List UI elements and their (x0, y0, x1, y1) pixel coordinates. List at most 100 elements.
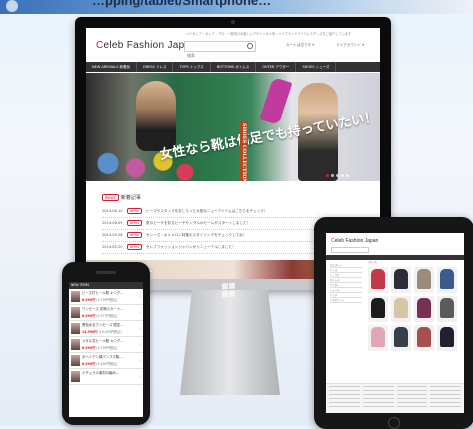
product-thumbnail (71, 355, 80, 366)
top-banner: …pping/tablet/Smartphone… (0, 0, 473, 14)
smartphone: NEW ITEMS ビーズ付ヒール靴 キング… 8,990円 (9,709円税込)… (62, 262, 150, 425)
news-text: セレーズ・キャメロン特集のスタイリングをチェックしてね！ (146, 233, 247, 237)
news-tag: NEWS (127, 208, 143, 214)
slider-dots (326, 174, 349, 177)
chevron-right-icon: › (139, 374, 141, 379)
nav-item[interactable]: DRESS ドレス (137, 62, 174, 72)
slider-dot[interactable] (331, 174, 334, 177)
slider-dot[interactable] (346, 174, 349, 177)
site-tagline: ハイセレブ・セレブ・プロ・一般向けの新しいデザインの人気・ハイブランドアイテムや… (186, 32, 352, 36)
news-tag: NEWS (127, 244, 143, 250)
product-price: 8,990円 (9,372円税込) (82, 314, 118, 318)
sparkle-icon (6, 0, 18, 12)
news-tag: NEWS (127, 232, 143, 238)
product-thumbnail (71, 339, 80, 350)
tablet: Celeb Fashion Japan ドレス カテゴリー ドレス トップス ボ… (314, 217, 473, 429)
product-card[interactable] (437, 296, 457, 322)
list-item[interactable]: ボヘミアン調パンプス靴… 8,990円 (9,404円税込) › (69, 353, 143, 369)
news-text: ビーズやスタッズをあしらった大胆なニューアイテムはこちらをチェック！ (146, 209, 268, 213)
nav-item[interactable]: OUTER アウター (256, 62, 297, 72)
category-title: ドレス (368, 260, 378, 264)
news-date: 2014.05.20 (102, 245, 123, 249)
cart-link[interactable]: カートは空です ▾ (286, 43, 314, 48)
product-name: 黒色水玉ワンピース 限定… (82, 323, 124, 327)
product-name: ナチュラル素材の編み… (82, 371, 120, 375)
news-date: 2014.06.10 (102, 209, 123, 213)
search-box[interactable] (184, 41, 256, 59)
product-thumbnail (71, 291, 80, 302)
list-item[interactable]: ナチュラル素材の編み… › (69, 369, 143, 385)
chevron-right-icon: › (139, 326, 141, 331)
product-name: ビーズ付ヒール靴 キング… (82, 291, 124, 295)
news-heading-text: 新着記事 (120, 195, 141, 201)
list-item[interactable]: 黒色水玉ワンピース 限定… 14,990円 (16,059円税込) › (69, 321, 143, 337)
product-thumbnail (71, 371, 80, 382)
windows-logo-icon (222, 282, 236, 298)
news-tag: NEWS (127, 220, 143, 226)
logo-initial: C (96, 40, 104, 51)
sidebar-item[interactable]: アクセサリー (330, 298, 362, 303)
product-card[interactable] (414, 296, 434, 322)
nav-item[interactable]: BOTTOMS ボトムス (211, 62, 257, 72)
home-button[interactable] (388, 417, 400, 429)
monitor-stand (180, 290, 280, 395)
site-header: ハイセレブ・セレブ・プロ・一般向けの新しいデザインの人気・ハイブランドアイテムや… (86, 28, 380, 62)
hero-slider[interactable]: 女性なら靴は何足でも持っていたい！ SHOES COLLECTION (86, 73, 380, 181)
product-card[interactable] (391, 325, 411, 351)
product-card[interactable] (368, 325, 388, 351)
product-card[interactable] (414, 267, 434, 293)
chevron-right-icon: › (139, 342, 141, 347)
news-text: セレブファッションジャパンがリニューアルしました！ (146, 245, 236, 249)
news-date: 2014.06.05 (102, 221, 123, 225)
news-badge: News (102, 194, 119, 201)
slider-dot[interactable] (326, 174, 329, 177)
smartphone-screen: NEW ITEMS ビーズ付ヒール靴 キング… 8,990円 (9,709円税込)… (69, 282, 143, 417)
product-price: 8,990円 (9,404円税込) (82, 362, 118, 366)
site-logo[interactable]: Celeb Fashion Japan (96, 40, 196, 51)
hero-vertical-text: SHOES COLLECTION (240, 121, 248, 181)
product-card[interactable] (391, 267, 411, 293)
list-item[interactable]: ビーズ付ヒール靴 キング… 8,990円 (9,709円税込) › (69, 289, 143, 305)
tablet-logo[interactable]: Celeb Fashion Japan (331, 238, 378, 244)
product-name: メタル花ヒール靴 キング… (82, 339, 124, 343)
product-name: ワンピース 花柄スカート… (82, 307, 124, 311)
nav-item[interactable]: NEW ARRIVALS 新着品 (86, 62, 138, 72)
tablet-footer (326, 383, 464, 413)
news-date: 2014.05.28 (102, 233, 123, 237)
product-grid (368, 267, 460, 351)
slider-dot[interactable] (341, 174, 344, 177)
nav-item[interactable]: SHOES シューズ (296, 62, 337, 72)
search-icon[interactable] (247, 43, 253, 49)
product-price: 8,990円 (9,709円税込) (82, 298, 118, 302)
product-card[interactable] (437, 267, 457, 293)
product-card[interactable] (414, 325, 434, 351)
search-input[interactable] (185, 52, 249, 59)
my-account-link[interactable]: マイアカウント ▾ (336, 43, 364, 48)
model-image (136, 81, 176, 151)
list-item[interactable]: ワンピース 花柄スカート… 8,990円 (9,372円税込) › (69, 305, 143, 321)
tablet-nav[interactable] (326, 255, 464, 260)
nav-item[interactable]: TOPS トップス (173, 62, 211, 72)
main-nav: NEW ARRIVALS 新着品 DRESS ドレス TOPS トップス BOT… (86, 62, 380, 72)
product-card[interactable] (368, 267, 388, 293)
tablet-screen: Celeb Fashion Japan ドレス カテゴリー ドレス トップス ボ… (326, 233, 464, 413)
product-price: 8,990円 (9,709円税込) (82, 346, 118, 350)
promo-text: …pping/tablet/Smartphone… (92, 0, 272, 8)
tablet-search-input[interactable] (331, 247, 369, 253)
logo-text: eleb Fashion Japan (103, 40, 197, 51)
chevron-right-icon: › (139, 358, 141, 363)
heel-image (259, 76, 293, 126)
news-heading: News 新着記事 (102, 194, 141, 201)
slider-dot[interactable] (336, 174, 339, 177)
product-card[interactable] (391, 296, 411, 322)
earpiece (96, 271, 116, 274)
chevron-right-icon: › (139, 294, 141, 299)
product-name: ボヘミアン調パンプス靴… (82, 355, 123, 359)
product-card[interactable] (368, 296, 388, 322)
product-card[interactable] (437, 325, 457, 351)
camera-icon (231, 20, 235, 24)
product-thumbnail (71, 307, 80, 318)
list-item[interactable]: メタル花ヒール靴 キング… 8,990円 (9,709円税込) › (69, 337, 143, 353)
phone-header: NEW ITEMS (69, 282, 143, 289)
chevron-right-icon: › (139, 310, 141, 315)
